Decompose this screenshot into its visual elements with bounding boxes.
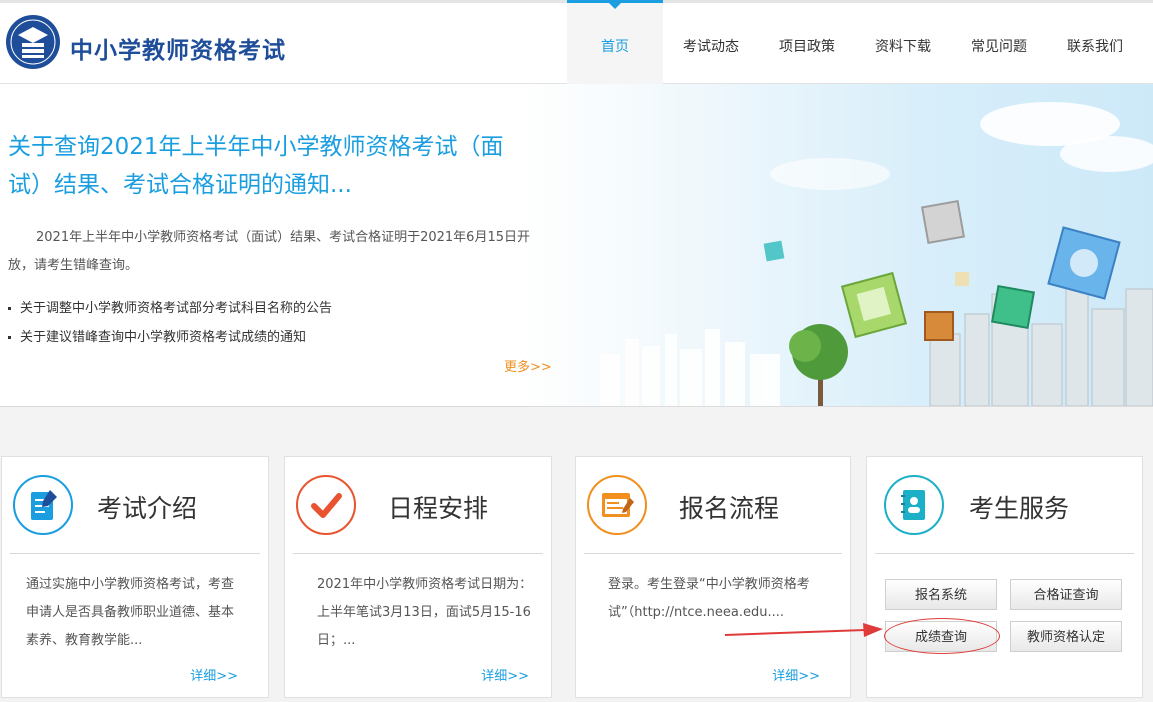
card-title[interactable]: 考试介绍 bbox=[97, 489, 197, 525]
card-more-link[interactable]: 详细>> bbox=[190, 665, 238, 684]
certificate-query-button[interactable]: 合格证查询 bbox=[1010, 579, 1122, 610]
hero-more-link[interactable]: 更多>> bbox=[504, 356, 552, 375]
document-edit-icon bbox=[13, 475, 73, 535]
card-divider bbox=[875, 553, 1134, 554]
nav-label: 考试动态 bbox=[683, 39, 739, 55]
browser-form-icon bbox=[587, 475, 647, 535]
red-arrow-annotation-icon bbox=[725, 623, 883, 637]
card-title[interactable]: 考生服务 bbox=[969, 489, 1069, 525]
hero-news-list: 关于调整中小学教师资格考试部分考试科目名称的公告 关于建议错峰查询中小学教师资格… bbox=[8, 294, 332, 352]
news-item-label: 关于调整中小学教师资格考试部分考试科目名称的公告 bbox=[20, 301, 333, 316]
nav-label: 项目政策 bbox=[779, 39, 835, 55]
bullet-icon bbox=[8, 307, 11, 310]
card-candidate-service: 考生服务 报名系统 合格证查询 成绩查询 教师资格认定 bbox=[866, 456, 1143, 698]
card-title[interactable]: 报名流程 bbox=[679, 489, 779, 525]
site-header: 中小学教师资格考试 首页 考试动态 项目政策 资料下载 常见问题 联系我们 bbox=[0, 0, 1153, 84]
card-body: 2021年中小学教师资格考试日期为：上半年笔试3月13日，面试5月15-16日；… bbox=[317, 577, 533, 648]
hero-summary: 2021年上半年中小学教师资格考试（面试）结果、考试合格证明于2021年6月15… bbox=[8, 230, 530, 273]
site-title[interactable]: 中小学教师资格考试 bbox=[70, 31, 286, 65]
nav-faq[interactable]: 常见问题 bbox=[951, 3, 1047, 84]
card-exam-intro: 考试介绍 通过实施中小学教师资格考试，考查申请人是否具备教师职业道德、基本素养、… bbox=[1, 456, 269, 698]
nav-policy[interactable]: 项目政策 bbox=[759, 3, 855, 84]
nav-contact[interactable]: 联系我们 bbox=[1047, 3, 1143, 84]
card-divider bbox=[584, 553, 842, 554]
nav-downloads[interactable]: 资料下载 bbox=[855, 3, 951, 84]
teacher-qualification-button[interactable]: 教师资格认定 bbox=[1010, 621, 1122, 652]
card-divider bbox=[293, 553, 543, 554]
main-nav: 首页 考试动态 项目政策 资料下载 常见问题 联系我们 bbox=[567, 0, 1143, 84]
news-item[interactable]: 关于建议错峰查询中小学教师资格考试成绩的通知 bbox=[8, 323, 332, 352]
nav-label: 首页 bbox=[601, 39, 629, 55]
neea-badge-icon[interactable] bbox=[4, 13, 62, 71]
card-more-link[interactable]: 详细>> bbox=[772, 665, 820, 684]
city-cubes-illustration bbox=[600, 102, 1153, 406]
nav-home[interactable]: 首页 bbox=[567, 0, 663, 84]
active-caret-icon bbox=[608, 2, 622, 9]
score-query-button[interactable]: 成绩查询 bbox=[885, 621, 997, 652]
nav-label: 联系我们 bbox=[1067, 39, 1123, 55]
card-more-link[interactable]: 详细>> bbox=[481, 665, 529, 684]
card-body: 登录。考生登录“中小学教师资格考试”（http://ntce.neea.edu.… bbox=[608, 577, 810, 620]
card-title[interactable]: 日程安排 bbox=[388, 489, 488, 525]
nav-exam-news[interactable]: 考试动态 bbox=[663, 3, 759, 84]
registration-system-button[interactable]: 报名系统 bbox=[885, 579, 997, 610]
contact-book-icon bbox=[884, 475, 944, 535]
card-schedule: 日程安排 2021年中小学教师资格考试日期为：上半年笔试3月13日，面试5月15… bbox=[284, 456, 552, 698]
nav-label: 资料下载 bbox=[875, 39, 931, 55]
checkmark-icon bbox=[296, 475, 356, 535]
card-divider bbox=[10, 553, 260, 554]
card-body: 通过实施中小学教师资格考试，考查申请人是否具备教师职业道德、基本素养、教育教学能… bbox=[26, 577, 235, 648]
card-registration: 报名流程 登录。考生登录“中小学教师资格考试”（http://ntce.neea… bbox=[575, 456, 851, 698]
nav-label: 常见问题 bbox=[971, 39, 1027, 55]
hero-banner: 关于查询2021年上半年中小学教师资格考试（面试）结果、考试合格证明的通知...… bbox=[0, 84, 1153, 407]
bullet-icon bbox=[8, 336, 11, 339]
news-item[interactable]: 关于调整中小学教师资格考试部分考试科目名称的公告 bbox=[8, 294, 332, 323]
news-item-label: 关于建议错峰查询中小学教师资格考试成绩的通知 bbox=[20, 330, 307, 345]
hero-headline-link[interactable]: 关于查询2021年上半年中小学教师资格考试（面试）结果、考试合格证明的通知... bbox=[8, 128, 538, 204]
